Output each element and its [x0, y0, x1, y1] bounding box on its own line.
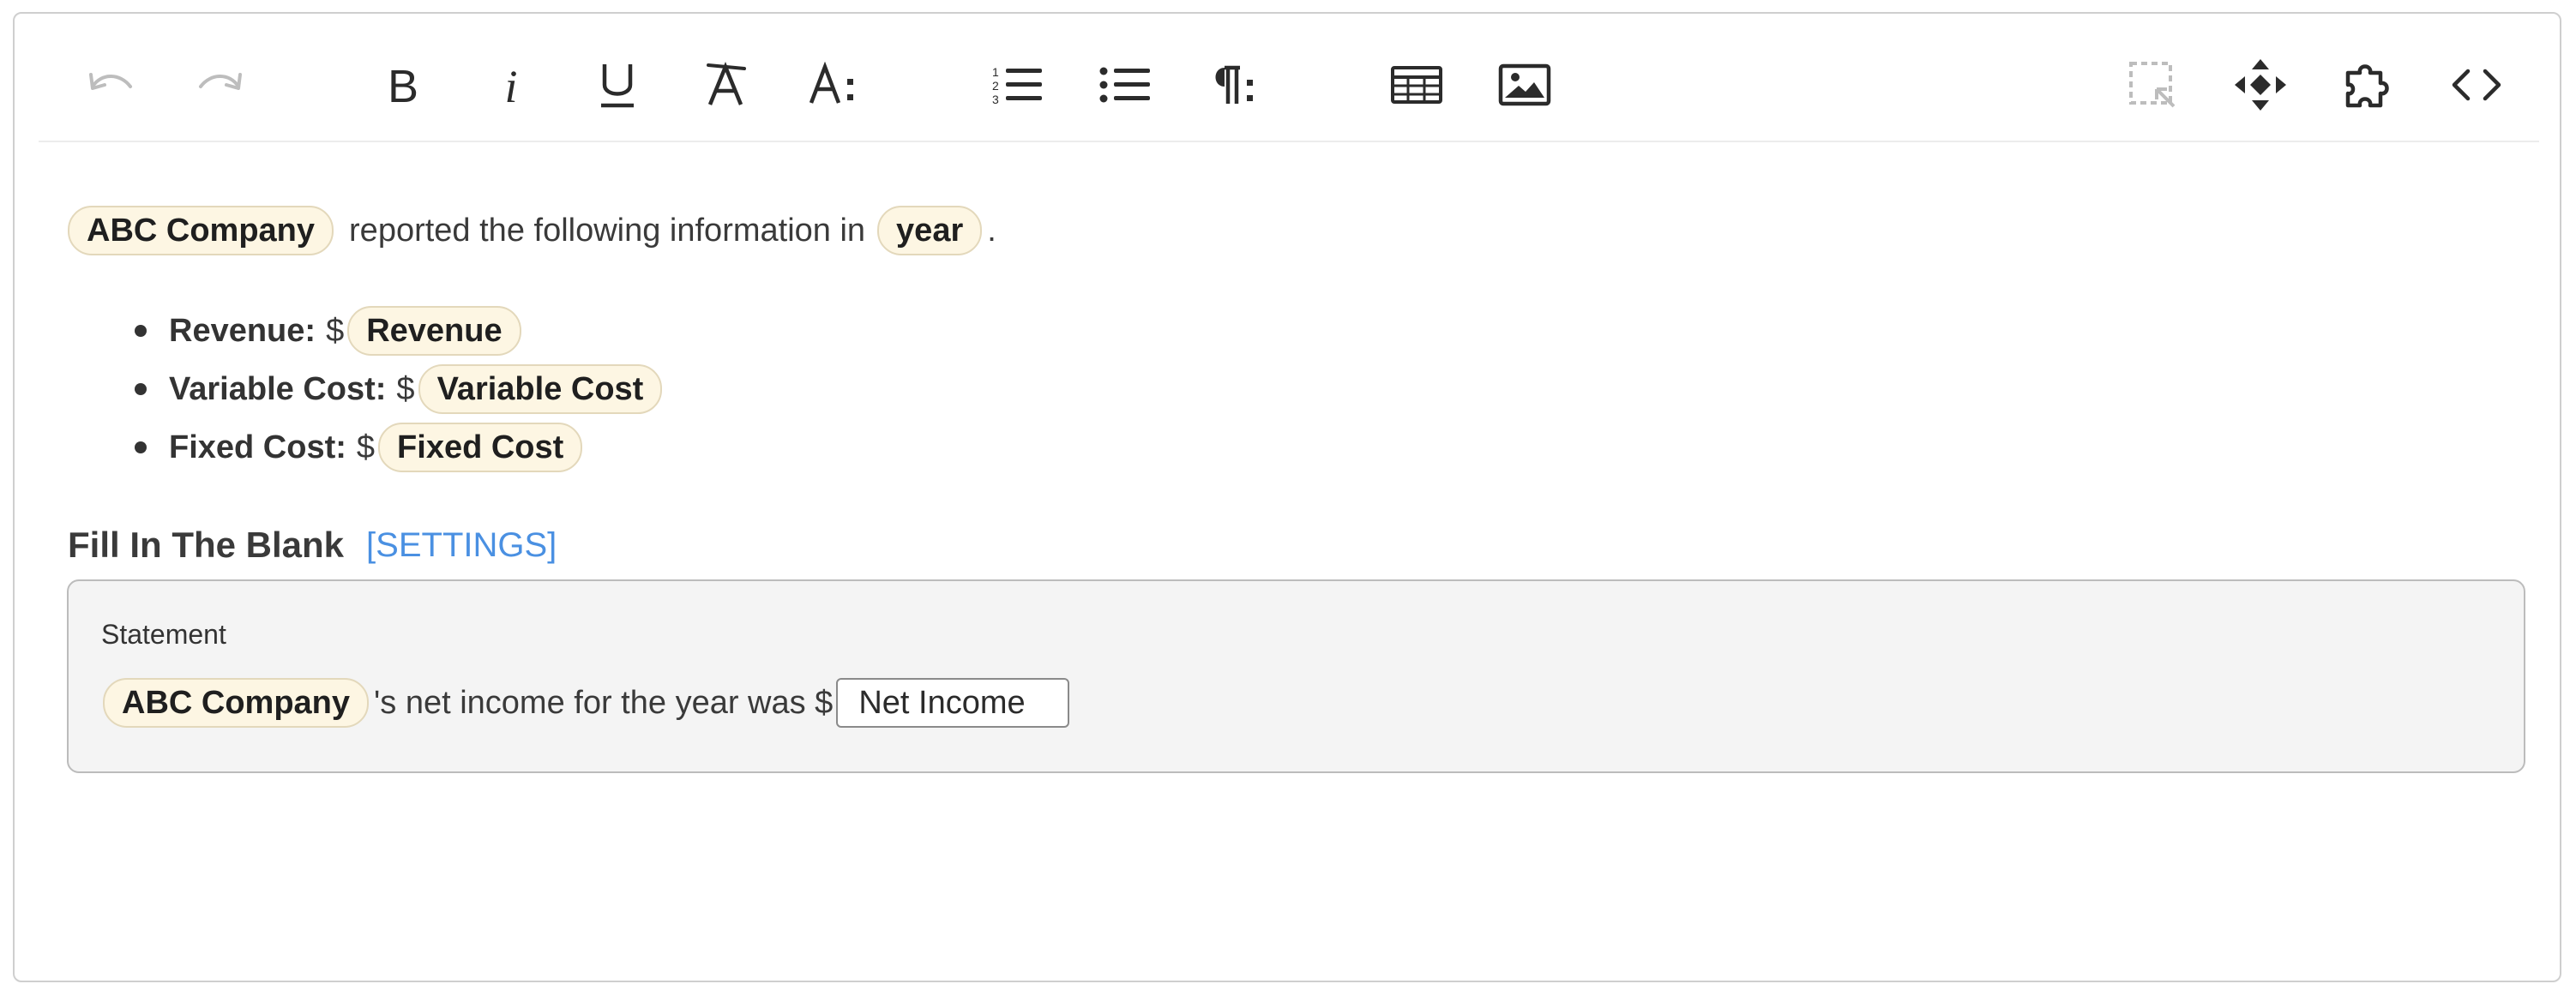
paragraph-button[interactable]: [1205, 57, 1261, 113]
variable-pill-fixed-cost[interactable]: Fixed Cost: [378, 423, 583, 472]
puzzle-icon: [2345, 64, 2389, 108]
net-income-blank-input[interactable]: [836, 678, 1070, 728]
svg-text:B: B: [388, 63, 418, 107]
statement-label: Statement: [101, 619, 226, 650]
variable-pill-company[interactable]: ABC Company: [103, 678, 370, 728]
rich-text-editor: B i 1 2 3 ABC Company reported the follo…: [13, 12, 2561, 982]
cost-bullet-list: Revenue: $ Revenue Variable Cost: $ Vari…: [135, 302, 663, 477]
svg-text:i: i: [504, 63, 517, 107]
image-button[interactable]: [1496, 57, 1553, 113]
bulleted-list-icon: [1099, 67, 1150, 103]
statement-line: ABC Company 's net income for the year w…: [103, 677, 1070, 729]
font-size-icon: [809, 62, 853, 104]
ordered-list-icon: 1 2 3: [992, 65, 1042, 105]
undo-button[interactable]: [83, 57, 140, 113]
intro-paragraph: ABC Company reported the following infor…: [68, 206, 996, 255]
svg-text:1: 1: [992, 65, 999, 79]
fill-in-blank-block[interactable]: Statement ABC Company 's net income for …: [67, 579, 2525, 773]
fill-in-blank-header: Fill In The Blank [SETTINGS]: [68, 525, 557, 566]
fill-in-blank-title: Fill In The Blank: [68, 525, 345, 565]
italic-icon: i: [504, 63, 517, 107]
plugin-button[interactable]: [2340, 57, 2397, 113]
undo-icon: [89, 73, 132, 90]
variable-pill-revenue[interactable]: Revenue: [347, 306, 521, 356]
image-icon: [1498, 63, 1551, 106]
bullet-dot-icon: [135, 325, 147, 337]
bulleted-list-button[interactable]: [1097, 57, 1153, 113]
move-arrows-icon: [2235, 59, 2286, 111]
move-button[interactable]: [2232, 57, 2289, 113]
underline-icon: [601, 64, 634, 108]
dashed-select-icon: [2129, 62, 2176, 108]
bullet-label: Revenue:: [169, 312, 316, 349]
settings-link[interactable]: [SETTINGS]: [366, 526, 557, 565]
underline-button[interactable]: [589, 57, 646, 113]
table-button[interactable]: [1388, 57, 1445, 113]
currency-symbol: $: [356, 429, 376, 465]
source-code-button[interactable]: [2448, 57, 2505, 113]
currency-symbol: $: [326, 312, 345, 349]
currency-symbol: $: [396, 370, 415, 407]
bullet-dot-icon: [135, 383, 147, 395]
code-icon: [2452, 69, 2501, 101]
list-item: Fixed Cost: $ Fixed Cost: [135, 418, 662, 477]
list-item: Revenue: $ Revenue: [135, 302, 662, 360]
font-size-button[interactable]: [805, 57, 862, 113]
select-element-button[interactable]: [2124, 57, 2181, 113]
italic-button[interactable]: i: [483, 57, 539, 113]
paragraph-icon: [1215, 65, 1253, 104]
svg-text:3: 3: [992, 93, 999, 105]
statement-text: 's net income for the year was $: [374, 684, 834, 721]
bold-icon: B: [388, 63, 418, 107]
redo-icon: [199, 73, 242, 90]
variable-pill-variable-cost[interactable]: Variable Cost: [418, 364, 663, 414]
bullet-label: Fixed Cost:: [169, 429, 346, 465]
intro-period: .: [987, 212, 996, 249]
bold-button[interactable]: B: [375, 57, 431, 113]
variable-pill-year[interactable]: year: [877, 206, 983, 255]
redo-button[interactable]: [191, 57, 248, 113]
table-icon: [1391, 66, 1442, 104]
variable-pill-company[interactable]: ABC Company: [68, 206, 334, 255]
editor-toolbar: B i 1 2 3: [39, 14, 2539, 142]
ordered-list-button[interactable]: 1 2 3: [989, 57, 1045, 113]
clear-format-button[interactable]: [697, 57, 754, 113]
svg-text:2: 2: [992, 79, 999, 93]
intro-text: reported the following information in: [349, 212, 866, 249]
clear-format-icon: [707, 62, 746, 105]
list-item: Variable Cost: $ Variable Cost: [135, 360, 663, 418]
bullet-dot-icon: [135, 441, 147, 453]
bullet-label: Variable Cost:: [169, 370, 387, 407]
